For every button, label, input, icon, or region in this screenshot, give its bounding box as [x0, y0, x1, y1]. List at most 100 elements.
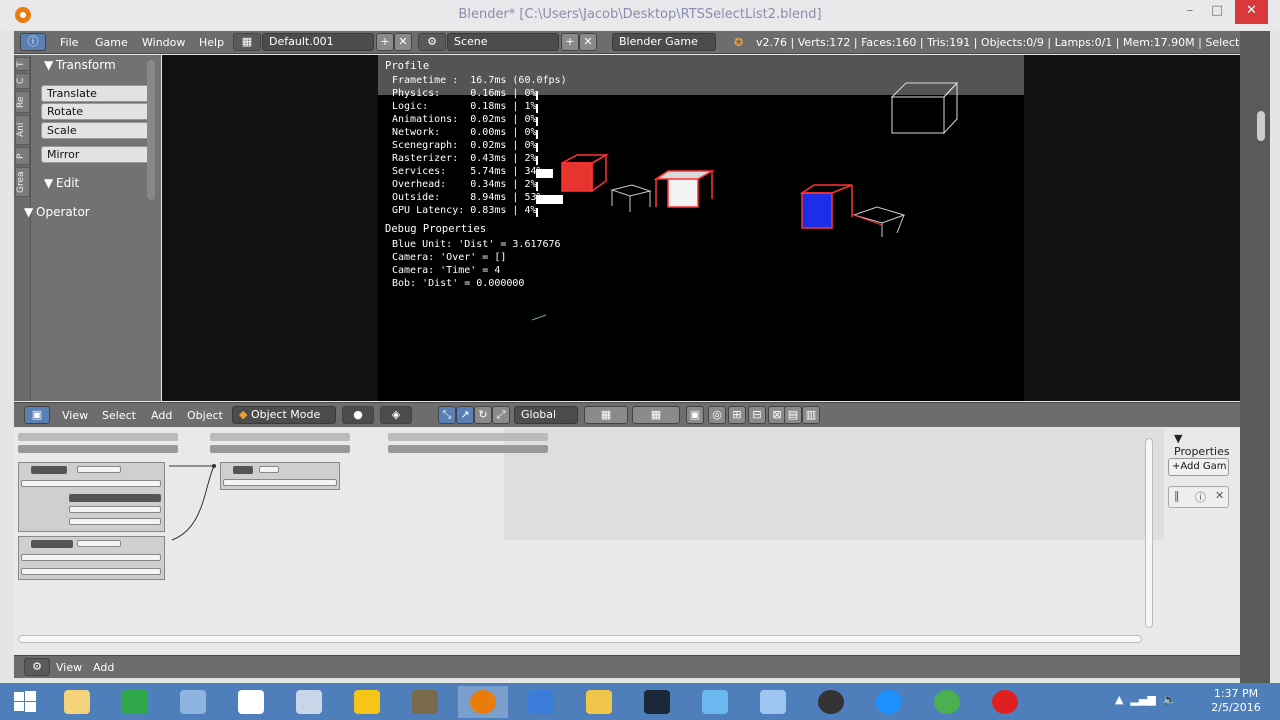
edit-panel-arrow-icon[interactable]: ▼	[44, 176, 53, 190]
operator-panel-arrow-icon[interactable]: ▼	[24, 205, 33, 219]
menu-window[interactable]: Window	[142, 36, 185, 49]
taskbar-app-file-explorer[interactable]	[52, 686, 102, 718]
taskbar-app-blender[interactable]	[458, 686, 508, 718]
menu-game[interactable]: Game	[95, 36, 128, 49]
remove-property-icon[interactable]: ✕	[1215, 489, 1224, 502]
tab-create[interactable]: C	[15, 73, 30, 89]
screen-layout-field[interactable]: Default.001	[262, 33, 374, 51]
add-layout-icon[interactable]: +	[376, 33, 394, 51]
scene-field[interactable]: Scene	[447, 33, 559, 51]
taskbar-app-google-drive[interactable]	[342, 686, 392, 718]
controllers-header-bar[interactable]	[210, 433, 350, 441]
start-button[interactable]	[2, 686, 48, 718]
sensors-header-bar[interactable]	[18, 433, 178, 441]
layers-group-b-icon[interactable]: ▦	[632, 406, 680, 424]
add-game-property-button[interactable]: +Add Gam	[1168, 458, 1229, 476]
layers-group-a-icon[interactable]: ▦	[584, 406, 628, 424]
mirror-button[interactable]: Mirror	[41, 146, 152, 163]
editor-type-3dview-icon[interactable]: ▣	[24, 406, 50, 424]
controller-script-field[interactable]	[223, 479, 337, 486]
render-engine-dropdown[interactable]: Blender Game	[612, 33, 716, 51]
pivot-point-icon[interactable]: ◈	[380, 406, 412, 424]
taskbar-app-outlook[interactable]	[516, 686, 566, 718]
editor-type-info-icon[interactable]: ⓘ	[20, 33, 46, 51]
camera-view-icon[interactable]: ▥	[802, 406, 820, 424]
tab-grease-pencil[interactable]: Grea	[15, 167, 30, 197]
render-preview-icon[interactable]: ▤	[784, 406, 802, 424]
lock-camera-icon[interactable]: ▣	[686, 406, 704, 424]
sensor-property-block[interactable]	[18, 462, 165, 532]
drag-handle-icon[interactable]: ‖	[1174, 489, 1180, 502]
rotate-button[interactable]: Rotate	[41, 103, 152, 120]
tab-relations[interactable]: Re	[15, 91, 30, 113]
menu-file[interactable]: File	[60, 36, 78, 49]
sensor-pulse-row[interactable]	[21, 480, 161, 487]
translate-button[interactable]: Translate	[41, 85, 152, 102]
actuators-selector-bar[interactable]	[388, 445, 548, 453]
taskbar-app-clock[interactable]	[864, 686, 914, 718]
taskbar-app-spreadsheet[interactable]	[110, 686, 160, 718]
viewport-scroll-thumb[interactable]	[1257, 111, 1265, 141]
tab-tools[interactable]: T	[15, 57, 30, 71]
edit-panel-header[interactable]: Edit	[56, 176, 79, 190]
logic-menu-view[interactable]: View	[56, 661, 82, 674]
right-edge-scrollbar[interactable]	[1240, 31, 1270, 685]
taskbar-app-paint[interactable]	[168, 686, 218, 718]
tool-shelf-scrollbar[interactable]	[147, 60, 155, 200]
game-viewport[interactable]: Profile Frametime : 16.7ms (60.0fps) Phy…	[162, 55, 1240, 401]
logic-vertical-scrollbar[interactable]	[1145, 438, 1153, 628]
sensor-name-field[interactable]	[77, 466, 121, 473]
tab-physics[interactable]: P	[15, 147, 30, 165]
scale-manipulator-icon[interactable]: ⤢	[492, 406, 510, 424]
game-property-row[interactable]: ‖ ⓘ ✕	[1168, 486, 1229, 508]
proportional-edit-icon[interactable]: ◎	[708, 406, 726, 424]
snap-target-icon[interactable]: ⊟	[748, 406, 766, 424]
collision-property-row[interactable]	[21, 568, 161, 575]
menu-help[interactable]: Help	[199, 36, 224, 49]
taskbar-app-folder[interactable]	[574, 686, 624, 718]
taskbar-app-chrome[interactable]	[922, 686, 972, 718]
scale-button[interactable]: Scale	[41, 122, 152, 139]
taskbar-app-settings[interactable]	[748, 686, 798, 718]
tab-animation[interactable]: Ani	[15, 115, 30, 145]
red-cube[interactable]	[561, 153, 609, 193]
logic-editor[interactable]: ▼ Properties +Add Gam ‖ ⓘ ✕	[14, 428, 1240, 654]
sensor-type-field[interactable]	[31, 466, 67, 474]
rotate-manipulator-icon[interactable]: ↻	[474, 406, 492, 424]
collision-name-field[interactable]	[77, 540, 121, 547]
operator-panel-header[interactable]: Operator	[36, 205, 90, 219]
sensors-selector-bar[interactable]	[18, 445, 178, 453]
collision-pulse-row[interactable]	[21, 554, 161, 561]
taskbar-app-gimp[interactable]	[400, 686, 450, 718]
scene-icon[interactable]: ⚙	[418, 33, 446, 51]
menu-select[interactable]: Select	[102, 409, 136, 422]
remove-layout-icon[interactable]: ✕	[394, 33, 412, 51]
taskbar-app-internet-explorer[interactable]	[226, 686, 276, 718]
maximize-button[interactable]: □	[1202, 0, 1232, 24]
controller-type-field[interactable]	[233, 466, 253, 474]
transform-panel-header[interactable]: Transform	[56, 58, 116, 72]
add-scene-icon[interactable]: +	[561, 33, 579, 51]
controller-python-block[interactable]	[220, 462, 340, 490]
collision-type-field[interactable]	[31, 540, 73, 548]
taskbar-clock[interactable]: 1:37 PM 2/5/2016	[1205, 687, 1267, 715]
properties-panel-header[interactable]: ▼ Properties	[1174, 432, 1240, 458]
blue-cube[interactable]	[799, 184, 853, 229]
snap-element-icon[interactable]: ⊞	[728, 406, 746, 424]
controller-name-field[interactable]	[259, 466, 279, 473]
actuators-header-bar[interactable]	[388, 433, 548, 441]
controllers-selector-bar[interactable]	[210, 445, 350, 453]
transform-panel-arrow-icon[interactable]: ▼	[44, 58, 53, 72]
white-cube[interactable]	[653, 170, 715, 208]
taskbar-app-obs[interactable]	[806, 686, 856, 718]
editor-type-logic-icon[interactable]: ⚙	[24, 658, 50, 676]
system-tray-icons[interactable]: ▲ ▂▄▆ 🔈	[1115, 693, 1177, 706]
menu-add[interactable]: Add	[151, 409, 172, 422]
taskbar-app-steam[interactable]	[632, 686, 682, 718]
logic-horizontal-scrollbar[interactable]	[18, 635, 1142, 643]
sensor-value-field[interactable]	[69, 518, 161, 525]
screen-layout-icon[interactable]: ▦	[233, 33, 261, 51]
object-mode-dropdown[interactable]: ◆ Object Mode	[232, 406, 336, 424]
translate-manipulator-icon[interactable]: ↗	[456, 406, 474, 424]
menu-object[interactable]: Object	[187, 409, 223, 422]
